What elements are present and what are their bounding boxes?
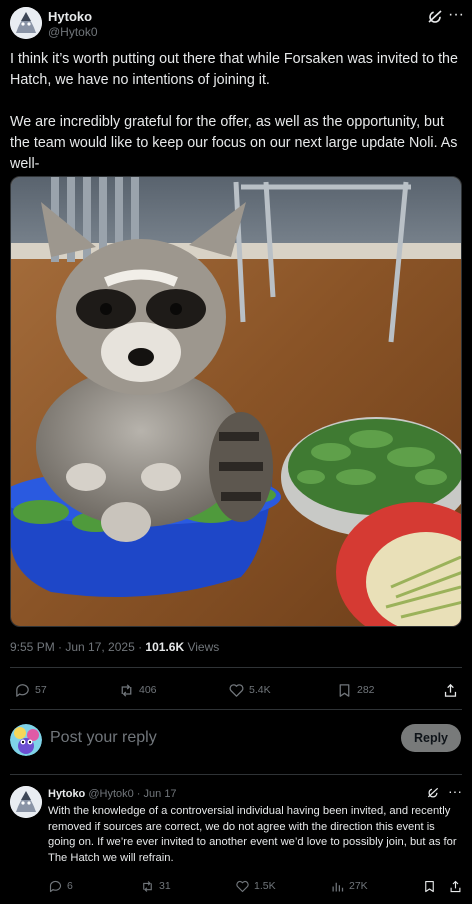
post-header: Hytoko @Hytok0 ···: [10, 6, 464, 42]
share-action[interactable]: [448, 876, 463, 896]
author-handle[interactable]: @Hytok0: [48, 25, 98, 39]
reply-author-name[interactable]: Hytoko: [48, 788, 85, 800]
more-options-icon[interactable]: ···: [448, 6, 464, 24]
post-actions: 57 406 5.4K 282: [10, 680, 462, 700]
reply-count: 6: [67, 880, 73, 892]
reply-action[interactable]: 57: [14, 680, 47, 700]
reply-text: With the knowledge of a controversial in…: [48, 805, 457, 864]
share-icon: [450, 880, 461, 892]
grok-icon[interactable]: [426, 786, 440, 800]
divider: [10, 709, 462, 710]
repost-count: 31: [159, 880, 171, 892]
repost-action[interactable]: 31: [140, 876, 171, 896]
reply-input[interactable]: Post your reply: [50, 729, 157, 747]
post-text: I think it’s worth putting out there tha…: [10, 49, 465, 175]
post-timestamp[interactable]: 9:55 PM · Jun 17, 2025 ·: [10, 640, 145, 654]
post-paragraph: We are incredibly grateful for the offer…: [10, 114, 458, 172]
like-action[interactable]: 5.4K: [228, 680, 271, 700]
like-count: 5.4K: [249, 684, 271, 696]
views-chart-icon: [332, 882, 344, 891]
divider: [10, 774, 462, 775]
reply-icon: [49, 880, 62, 892]
like-count: 1.5K: [254, 880, 276, 892]
share-icon: [444, 683, 457, 697]
bookmark-icon: [339, 683, 350, 697]
divider: [10, 667, 462, 668]
views-action[interactable]: 27K: [330, 876, 368, 896]
reply-button[interactable]: Reply: [401, 724, 461, 752]
bookmark-icon: [425, 880, 434, 892]
reply-actions: 6 31 1.5K 27K: [48, 876, 462, 896]
more-options-icon[interactable]: ···: [448, 783, 462, 799]
reply-composer: Post your reply Reply: [10, 722, 462, 760]
repost-action[interactable]: 406: [118, 680, 157, 700]
bookmark-action[interactable]: [422, 876, 437, 896]
post-paragraph: I think it’s worth putting out there tha…: [10, 51, 458, 88]
views-count: 27K: [349, 880, 368, 892]
author-name[interactable]: Hytoko: [48, 9, 92, 24]
post-meta: 9:55 PM · Jun 17, 2025 · 101.6K Views: [10, 640, 219, 654]
repost-icon: [121, 683, 132, 697]
raccoon-in-bowl-photo: [11, 177, 461, 626]
heart-icon: [236, 880, 249, 892]
reply-action[interactable]: 6: [48, 876, 73, 896]
reply-date[interactable]: · Jun 17: [134, 788, 177, 800]
heart-icon: [229, 683, 244, 697]
reply-icon: [16, 683, 29, 697]
author-avatar[interactable]: [10, 7, 42, 39]
reply-author-handle[interactable]: @Hytok0: [88, 788, 133, 800]
bookmark-count: 282: [357, 684, 375, 696]
reply-author-avatar[interactable]: [10, 786, 42, 818]
reply-count: 57: [35, 684, 47, 696]
reply-header: Hytoko @Hytok0 · Jun 17: [48, 788, 177, 800]
share-action[interactable]: [442, 680, 459, 700]
views-count: 101.6K: [145, 640, 185, 654]
repost-count: 406: [139, 684, 157, 696]
like-action[interactable]: 1.5K: [235, 876, 276, 896]
post-image[interactable]: [10, 176, 462, 627]
bookmark-action[interactable]: 282: [336, 680, 375, 700]
current-user-avatar[interactable]: [10, 724, 42, 756]
grok-icon[interactable]: [426, 8, 444, 26]
repost-icon: [143, 880, 152, 892]
views-label: Views: [184, 640, 220, 654]
